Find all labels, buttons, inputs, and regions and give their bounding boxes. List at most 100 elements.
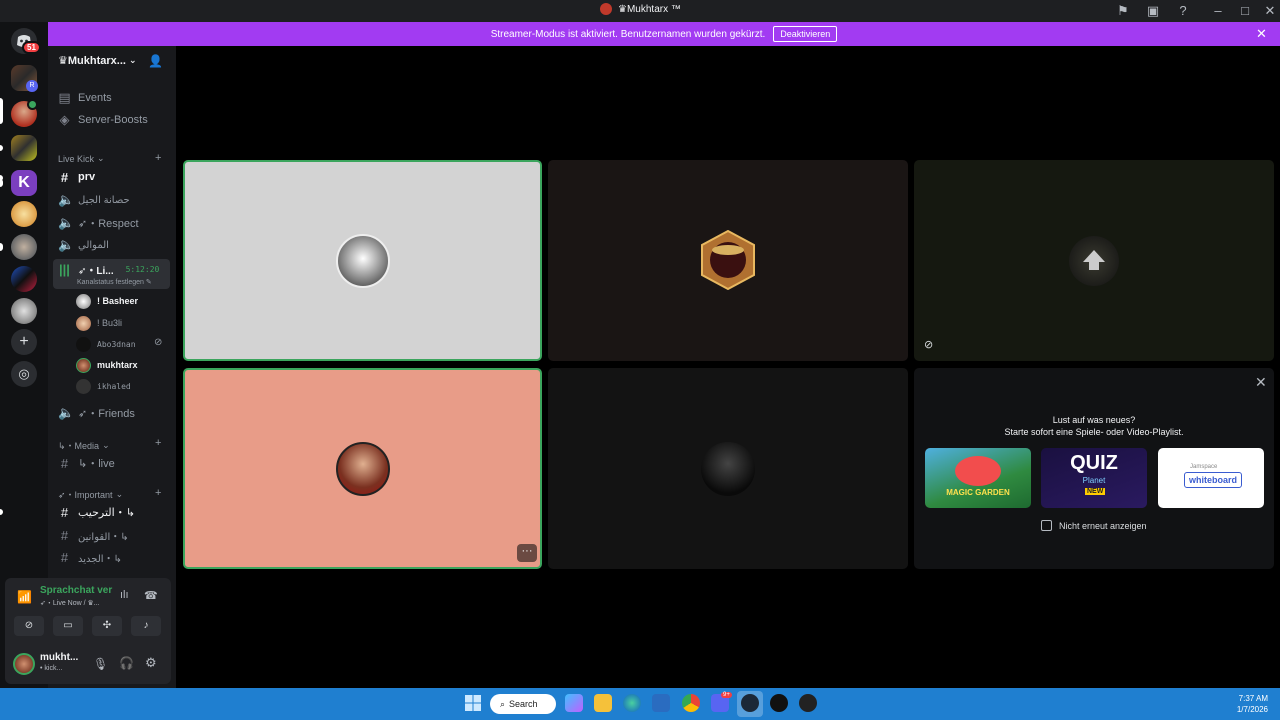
video-tile[interactable]	[548, 368, 908, 569]
microphone-icon[interactable]: 🎙	[93, 657, 108, 671]
copilot-icon[interactable]	[565, 694, 583, 712]
search-icon: ⌕	[500, 698, 506, 709]
chevron-down-icon: ⌄	[97, 153, 105, 163]
hexagon-avatar	[701, 230, 755, 290]
calendar-icon: ▤	[58, 90, 71, 105]
hashtag-icon: #	[60, 169, 69, 185]
server-badge-icon: R	[26, 80, 38, 92]
hashtag-icon: #	[60, 527, 69, 543]
member-row[interactable]: Abo3dnan	[76, 335, 136, 353]
speaker-icon: 🔈	[58, 237, 75, 252]
close-icon[interactable]: ✕	[1255, 374, 1267, 391]
member-row[interactable]: mukhtarx	[76, 356, 138, 374]
video-tile-speaking[interactable]: ···	[183, 368, 542, 569]
video-tile[interactable]: ⊘	[914, 160, 1274, 361]
banner-message: Streamer-Modus ist aktiviert. Benutzerna…	[490, 28, 766, 40]
voice-channel-name[interactable]: ➶・Live Now / ♛...	[40, 598, 100, 608]
server-avatar-icon[interactable]	[11, 298, 37, 324]
server-boosts-item[interactable]: ◈ Server-Boosts	[58, 111, 148, 129]
streamer-mode-banner: Streamer-Modus ist aktiviert. Benutzerna…	[48, 22, 1280, 46]
screen-share-button[interactable]: ▭	[53, 616, 83, 636]
camera-off-icon: ⊘	[154, 337, 163, 348]
checkbox[interactable]	[1041, 520, 1052, 531]
invite-member-icon[interactable]: 👤	[148, 54, 163, 68]
camera-off-icon: ⊘	[924, 339, 934, 351]
help-icon[interactable]: ?	[1175, 3, 1191, 19]
start-icon[interactable]	[464, 694, 482, 712]
app-g-icon[interactable]	[770, 694, 788, 712]
user-name[interactable]: mukht...	[40, 652, 78, 663]
soundboard-button[interactable]: ♪	[131, 616, 161, 636]
avatar	[76, 315, 91, 331]
avatar	[335, 441, 390, 496]
events-item[interactable]: ▤ Events	[58, 89, 111, 107]
system-clock[interactable]: 7:37 AM 1/7/2026	[1234, 693, 1268, 715]
minimize-icon[interactable]: –	[1210, 3, 1226, 19]
channel-welcome[interactable]: # الترحيب・↳	[58, 503, 135, 521]
hashtag-icon: #	[60, 504, 69, 520]
channel-live[interactable]: # ↳・live	[58, 454, 115, 472]
avatar	[1069, 235, 1119, 286]
inbox-flag-icon[interactable]: ⚑	[1115, 3, 1131, 19]
app-record-icon[interactable]	[799, 694, 817, 712]
banner-close-icon[interactable]: ✕	[1256, 26, 1267, 42]
server-person-icon[interactable]	[11, 234, 37, 260]
video-tile-speaking[interactable]	[183, 160, 542, 361]
video-tile[interactable]	[548, 160, 908, 361]
deactivate-button[interactable]: Deaktivieren	[773, 26, 838, 42]
headphones-icon[interactable]: 🎧	[119, 656, 134, 670]
channel-rules[interactable]: # القوانين・↳	[58, 526, 129, 544]
edge-icon[interactable]	[623, 694, 641, 712]
activity-card-quiz[interactable]: QUIZ Planet NEW	[1041, 448, 1147, 508]
outlook-icon[interactable]	[652, 694, 670, 712]
channel-new[interactable]: # الجديد・↳	[58, 548, 122, 566]
discover-icon[interactable]: ◎	[11, 361, 37, 387]
title-avatar-icon	[600, 3, 612, 15]
noise-suppression-icon[interactable]: ılı	[120, 589, 129, 601]
member-row[interactable]: ! Bu3li	[76, 314, 122, 332]
close-window-icon[interactable]: ✕	[1262, 3, 1278, 19]
voice-channel-2[interactable]: 🔈 حصانة الجيل	[58, 191, 130, 209]
channel-prv[interactable]: # prv	[58, 168, 95, 186]
voice-channel-4[interactable]: 🔈 الموالي	[58, 236, 109, 254]
member-row[interactable]: ikhaled	[76, 377, 131, 395]
speaker-icon: 🔈	[58, 192, 75, 207]
server-art-icon[interactable]	[11, 266, 37, 292]
more-options-button[interactable]: ···	[517, 544, 537, 562]
window-title: ♛Mukhtarx ™	[600, 3, 681, 15]
category-media[interactable]: ↳・Media ⌄	[58, 439, 110, 452]
dont-show-again[interactable]: Nicht erneut anzeigen	[1041, 520, 1147, 531]
category-important[interactable]: ➶・Important ⌄	[58, 488, 123, 501]
voice-channel-friends[interactable]: 🔈 ➶・Friends	[58, 404, 135, 422]
server-kick-icon[interactable]: K	[11, 170, 37, 196]
add-channel-icon[interactable]: +	[155, 437, 161, 449]
voice-status[interactable]: Sprachchat ver	[40, 585, 112, 596]
mascot-icon	[955, 456, 1001, 486]
voice-channel-live[interactable]: ||| ➶・Li... 5:12:20	[58, 260, 159, 278]
server-cartoon-icon[interactable]	[11, 201, 37, 227]
file-explorer-icon[interactable]	[594, 694, 612, 712]
member-row[interactable]: ! Basheer	[76, 292, 138, 310]
activity-card-magic-garden[interactable]: MAGIC GARDEN	[925, 448, 1031, 508]
voice-channel-respect[interactable]: 🔈 ➶・Respect	[58, 214, 139, 232]
activity-card-whiteboard[interactable]: Jamspace whiteboard	[1158, 448, 1264, 508]
activities-button[interactable]: ✣	[92, 616, 122, 636]
user-avatar[interactable]	[13, 653, 35, 675]
avatar	[76, 357, 91, 373]
settings-gear-icon[interactable]: ⚙	[145, 655, 157, 671]
discord-badge: 9+	[721, 692, 732, 698]
add-channel-icon[interactable]: +	[155, 487, 161, 499]
screen-share-icon[interactable]: ▣	[1145, 3, 1161, 19]
chrome-icon[interactable]	[682, 694, 700, 712]
add-channel-icon[interactable]: +	[155, 152, 161, 164]
taskbar-search[interactable]: ⌕ Search	[490, 694, 556, 714]
channel-status-link[interactable]: Kanalstatus festlegen ✎	[77, 278, 152, 286]
server-folder-2-icon[interactable]	[11, 135, 37, 161]
camera-toggle-button[interactable]: ⊘	[14, 616, 44, 636]
category-live-kick[interactable]: Live Kick ⌄	[58, 153, 105, 164]
maximize-icon[interactable]: □	[1237, 3, 1253, 19]
disconnect-icon[interactable]: ☎	[144, 589, 158, 602]
chevron-down-icon: ⌄	[128, 55, 137, 65]
steam-icon[interactable]	[741, 694, 759, 712]
add-server-icon[interactable]: +	[11, 329, 37, 355]
